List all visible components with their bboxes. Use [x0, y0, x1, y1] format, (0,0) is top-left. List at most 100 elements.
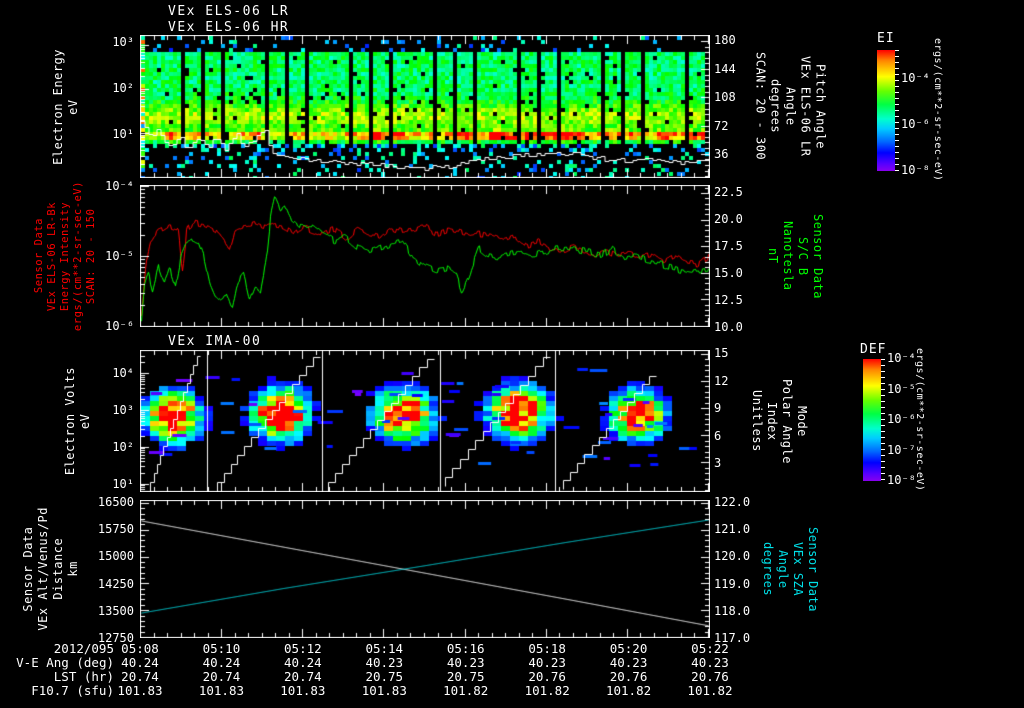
- value-cell: 40.23: [609, 655, 648, 670]
- value-cell: 40.24: [121, 655, 159, 670]
- ima-title: VEx IMA-00: [168, 334, 262, 349]
- tick-label: 9: [714, 401, 722, 415]
- sza-axis-label: Sensor Data VEx SZA Angle degrees: [761, 526, 820, 612]
- tick-label: 17.5: [714, 239, 743, 253]
- intensity-bfield-plot: [140, 185, 710, 327]
- value-cell: 101.83: [117, 683, 163, 698]
- time-label: 05:10: [202, 641, 241, 656]
- value-cell: 101.83: [361, 683, 407, 698]
- els-colorbar-unit: ergs/(cm**2-sr-sec-eV): [932, 38, 943, 182]
- bfield-axis-label: Sensor Data S/C B Nanotesla nT: [766, 213, 825, 299]
- tick-label: 10⁻⁴: [105, 179, 134, 193]
- tick-label: 121.0: [714, 522, 751, 537]
- tick-label: 6: [714, 428, 722, 443]
- tick-label: 10²: [112, 440, 134, 454]
- ima-spectrogram-plot: [140, 350, 710, 492]
- value-cell: 101.83: [280, 683, 326, 698]
- tick-label: 10.0: [714, 320, 743, 334]
- row-label: LST (hr): [53, 669, 114, 684]
- tick-label: 10⁻⁵: [105, 249, 134, 263]
- time-label: 05:16: [446, 641, 485, 656]
- tick-label: 12: [714, 373, 729, 388]
- els-colorbar-ticks: [895, 50, 899, 171]
- tick-label: 20.0: [714, 212, 743, 226]
- intensity-y-axis-label: Sensor Data VEx ELS-06 LR-Bk Energy Inte…: [32, 180, 97, 332]
- value-cell: 40.23: [528, 655, 566, 670]
- value-cell: 40.23: [446, 655, 485, 670]
- tick-label: 12.5: [714, 293, 743, 307]
- ima-colorbar-ticks: [881, 359, 885, 481]
- els-colorbar-label: EI: [877, 31, 895, 46]
- time-label: 05:22: [691, 641, 729, 656]
- tick-label: 120.0: [714, 549, 751, 564]
- value-cell: 20.76: [609, 669, 648, 684]
- date-label: 2012/095: [53, 641, 114, 656]
- els-y-axis-label-group: Electron Energy eV: [34, 35, 98, 178]
- value-cell: 40.23: [365, 655, 404, 670]
- els-title-line2: VEx ELS-06 HR: [168, 20, 290, 35]
- tick-label: 10⁻⁶: [105, 319, 134, 333]
- tick-label: 118.0: [714, 603, 751, 618]
- ephemeris-y-axis-label: Sensor Data VEx Alt/Venus/Pd Distance km: [21, 507, 80, 631]
- tick-label: 36: [714, 147, 729, 161]
- value-cell: 20.74: [284, 669, 322, 684]
- tick-label: 15000: [97, 549, 134, 564]
- value-cell: 101.83: [198, 683, 244, 698]
- tick-label: 3: [714, 456, 722, 470]
- els-spectrogram-plot: [140, 35, 710, 178]
- value-cell: 101.82: [524, 683, 570, 698]
- tick-label: 108: [714, 90, 736, 104]
- ima-colorbar-unit-group: ergs/(cm**2-sr-sec-eV): [910, 348, 928, 491]
- value-cell: 20.76: [691, 669, 729, 684]
- time-label: 05:20: [609, 641, 648, 656]
- ima-colorbar-label: DEF: [860, 342, 887, 357]
- value-cell: 20.75: [365, 669, 404, 684]
- tick-label: 122.0: [714, 495, 751, 509]
- tick-label: 15: [714, 346, 729, 360]
- value-cell: 20.74: [121, 669, 159, 684]
- tick-label: 10¹: [112, 127, 134, 141]
- tick-label: 10³: [112, 35, 134, 49]
- altitude-sza-plot: [140, 500, 710, 638]
- ephemeris-y-axis-label-group: Sensor Data VEx Alt/Venus/Pd Distance km: [18, 500, 84, 638]
- tick-label: 10³: [112, 403, 134, 417]
- tick-label: 22.5: [714, 185, 743, 199]
- value-cell: 20.74: [202, 669, 241, 684]
- value-cell: 20.76: [528, 669, 566, 684]
- els-y-axis-label: Electron Energy eV: [51, 48, 80, 165]
- time-label: 05:14: [365, 641, 404, 656]
- tick-label: 119.0: [714, 576, 751, 591]
- tick-label: 15750: [97, 522, 134, 537]
- els-title-line1: VEx ELS-06 LR: [168, 4, 290, 19]
- value-cell: 40.24: [284, 655, 322, 670]
- els-colorbar-unit-group: ergs/(cm**2-sr-sec-eV): [928, 38, 946, 181]
- altitude-tick-labels: 16500 15750 15000 14250 13500 12750: [90, 496, 134, 644]
- els-right-tick-labels: 180 144 108 72 36: [714, 34, 760, 160]
- ima-right-tick-labels: 15 12 9 6 3: [714, 347, 760, 469]
- value-cell: 101.82: [443, 683, 489, 698]
- sza-axis-label-group: Sensor Data VEx SZA Angle degrees: [758, 500, 822, 638]
- tick-label: 10¹: [112, 477, 134, 491]
- intensity-y-tick-labels: 10⁻⁴ 10⁻⁵ 10⁻⁶: [90, 180, 134, 332]
- intensity-right-axis-label-group: Sensor Data S/C B Nanotesla nT: [763, 185, 827, 327]
- tick-label: 10⁴: [112, 366, 134, 380]
- time-label: 05:12: [284, 641, 322, 656]
- ima-colorbar-unit: ergs/(cm**2-sr-sec-eV): [914, 348, 925, 492]
- value-cell: 40.24: [202, 655, 241, 670]
- bfield-tick-labels: 22.5 20.0 17.5 15.0 12.5 10.0: [714, 186, 760, 333]
- els-y-tick-labels: 10³ 10² 10¹: [90, 36, 134, 140]
- tick-label: 180: [714, 33, 736, 47]
- row-label: F10.7 (sfu): [31, 683, 114, 698]
- ima-y-tick-labels: 10⁴ 10³ 10² 10¹: [90, 367, 134, 490]
- value-cell: 101.82: [687, 683, 733, 698]
- tick-label: 13500: [97, 603, 134, 618]
- plot-screen: VEx ELS-06 LR VEx ELS-06 HR VEx IMA-00 E…: [0, 0, 1024, 708]
- value-cell: 40.23: [691, 655, 729, 670]
- time-label: 05:08: [121, 641, 159, 656]
- tick-label: 15.0: [714, 266, 743, 280]
- els-right-axis-label-group: Pitch Angle VEx ELS-06 LR Angle degrees …: [750, 35, 830, 178]
- tick-label: 144: [714, 61, 736, 76]
- ima-y-axis-label: Electron Volts eV: [63, 366, 92, 476]
- value-cell: 20.75: [446, 669, 485, 684]
- tick-label: 14250: [97, 576, 134, 591]
